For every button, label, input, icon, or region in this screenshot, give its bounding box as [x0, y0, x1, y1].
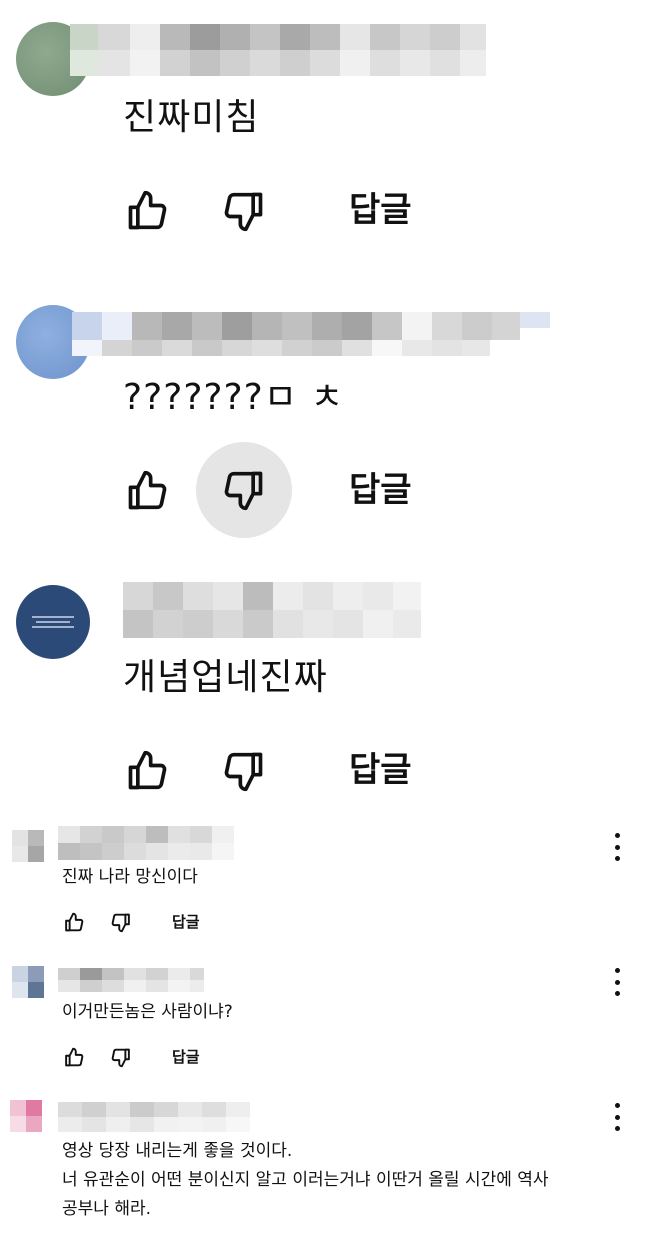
thumbs-up-icon [65, 912, 84, 931]
like-button[interactable] [60, 909, 88, 935]
comment-text: 개념업네진짜 [123, 657, 328, 698]
commenter-name-blurred[interactable] [72, 312, 550, 356]
thumbs-down-icon [224, 471, 263, 511]
thumbs-up-icon [128, 470, 167, 510]
commenter-avatar[interactable] [16, 585, 90, 659]
dislike-button[interactable] [107, 909, 135, 935]
dislike-button[interactable] [107, 1044, 135, 1070]
thumbs-down-icon [111, 913, 130, 932]
dislike-button[interactable] [196, 442, 292, 538]
commenter-avatar[interactable] [12, 966, 44, 998]
thumbs-up-icon [128, 750, 167, 790]
reply-button[interactable]: 답글 [172, 912, 200, 932]
like-button[interactable] [117, 744, 177, 798]
commenter-name-blurred[interactable] [58, 968, 204, 992]
thumbs-down-icon [111, 1048, 130, 1067]
comment-text: 진짜 나라 망신이다 [62, 867, 198, 887]
commenter-name-blurred[interactable] [58, 1102, 250, 1132]
commenter-name-blurred[interactable] [70, 24, 488, 76]
comment-text: 이거만든놈은 사람이냐? [62, 1002, 233, 1022]
commenter-avatar[interactable] [12, 830, 44, 862]
reply-button[interactable]: 답글 [349, 750, 412, 790]
comment-text: ???????ㅁ ㅊ [123, 377, 345, 418]
more-vertical-icon[interactable] [610, 968, 624, 996]
thumbs-up-icon [128, 190, 167, 230]
dislike-button[interactable] [214, 184, 274, 238]
like-button[interactable] [60, 1044, 88, 1070]
thumbs-down-icon [224, 752, 263, 792]
dislike-button[interactable] [214, 744, 274, 798]
like-button[interactable] [117, 464, 177, 518]
reply-button[interactable]: 답글 [349, 470, 412, 510]
reply-button[interactable]: 답글 [349, 190, 412, 230]
comment-text-line: 영상 당장 내리는게 좋을 것이다. [62, 1141, 293, 1161]
commenter-name-blurred[interactable] [58, 826, 234, 860]
comment-text: 진짜미침 [123, 97, 260, 138]
commenter-name-blurred[interactable] [123, 582, 421, 638]
comment-text-line: 공부나 해라. [62, 1199, 152, 1219]
more-vertical-icon[interactable] [610, 1103, 624, 1131]
commenter-avatar[interactable] [10, 1100, 42, 1132]
like-button[interactable] [117, 184, 177, 238]
more-vertical-icon[interactable] [610, 833, 624, 861]
thumbs-up-icon [65, 1047, 84, 1066]
reply-button[interactable]: 답글 [172, 1047, 200, 1067]
thumbs-down-icon [224, 192, 263, 232]
comment-text-line: 너 유관순이 어떤 분이신지 알고 이러는거냐 이딴거 올릴 시간에 역사 [62, 1170, 549, 1190]
